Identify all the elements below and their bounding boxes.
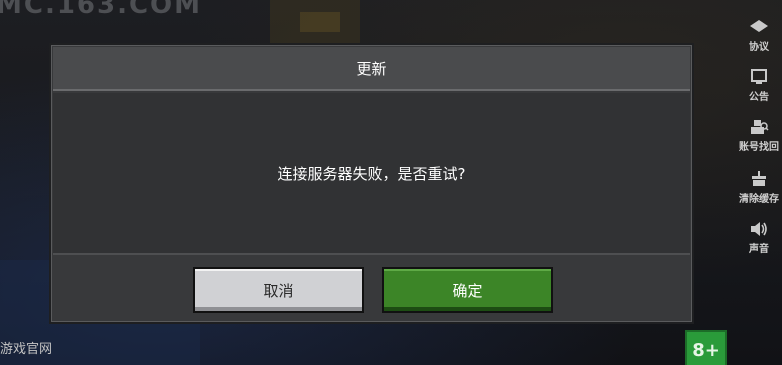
agreement-icon [749, 18, 769, 36]
age-rating-badge: 8+ [685, 330, 727, 365]
sidebar-item-sound[interactable]: 声音 [736, 220, 782, 255]
sidebar-item-label: 清除缓存 [739, 194, 779, 205]
site-logo-fragment: MC.163.COM [0, 0, 203, 20]
sidebar-item-label: 协议 [749, 42, 769, 53]
sidebar-item-agreement[interactable]: 协议 [736, 18, 782, 53]
right-sidebar: 协议 公告 账号找回 清除缓存 声音 [736, 0, 782, 270]
dialog-message: 连接服务器失败，是否重试? [277, 164, 466, 183]
account-recovery-icon [749, 118, 769, 136]
background-scenery-block [300, 12, 340, 32]
announcement-icon [750, 68, 768, 86]
dialog-title: 更新 [53, 47, 690, 91]
dialog-footer: 取消 确定 [53, 253, 690, 320]
confirm-button[interactable]: 确定 [382, 267, 553, 313]
update-dialog: 更新 连接服务器失败，是否重试? 取消 确定 [49, 43, 694, 324]
sidebar-item-label: 公告 [749, 92, 769, 103]
clear-cache-icon [750, 170, 768, 188]
dialog-body: 连接服务器失败，是否重试? [53, 93, 690, 253]
sidebar-item-announcement[interactable]: 公告 [736, 68, 782, 103]
sidebar-item-label: 声音 [749, 244, 769, 255]
sidebar-item-label: 账号找回 [739, 142, 779, 153]
speaker-icon [749, 220, 769, 238]
sidebar-item-clear-cache[interactable]: 清除缓存 [736, 170, 782, 205]
official-site-label: 游戏官网 [0, 342, 53, 357]
cancel-button[interactable]: 取消 [193, 267, 364, 313]
sidebar-item-account-recovery[interactable]: 账号找回 [736, 118, 782, 153]
